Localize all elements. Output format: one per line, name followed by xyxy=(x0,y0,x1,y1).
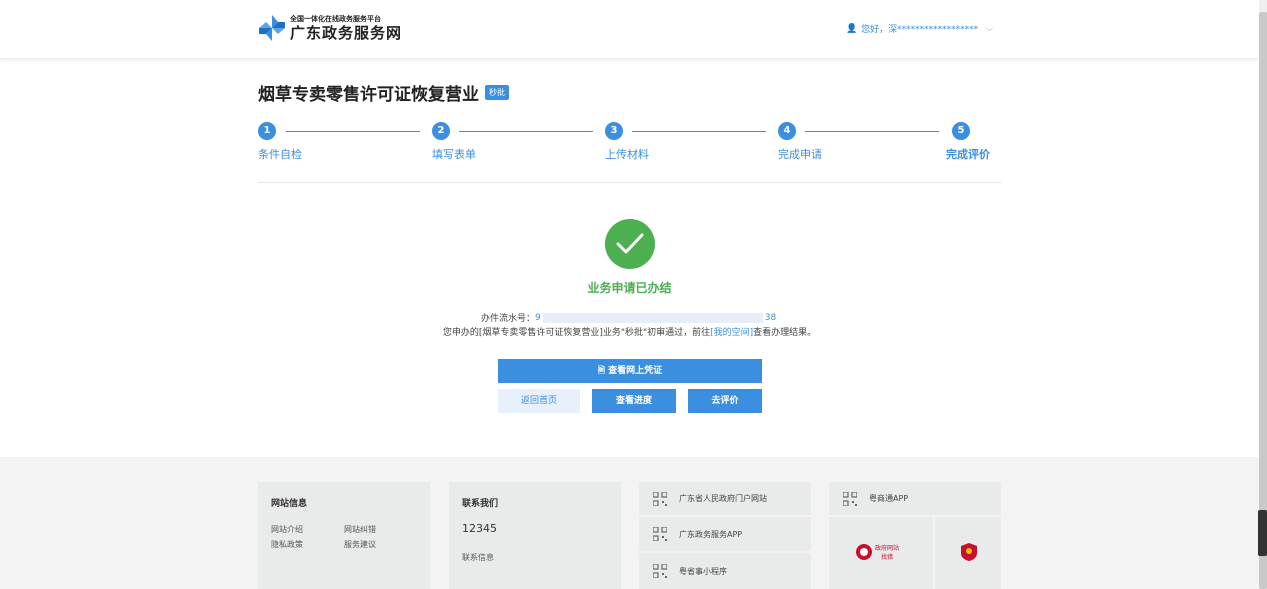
qr-item[interactable]: 广东政务服务APP xyxy=(639,517,811,551)
qr-item[interactable]: 粤商通APP xyxy=(829,482,1001,515)
qr-code-icon xyxy=(843,491,857,506)
serial-start: 9 xyxy=(535,312,541,323)
logo-icon xyxy=(259,15,285,41)
site-footer: 网站信息 网站介绍 网站纠错 隐私政策 服务建议 联系我们 12345 联系信息… xyxy=(0,457,1259,589)
site-intro-link[interactable]: 网站介绍 xyxy=(271,524,303,535)
site-correction-link[interactable]: 网站纠错 xyxy=(344,524,376,535)
contact-title: 联系我们 xyxy=(462,499,499,509)
scrollbar-thumb[interactable] xyxy=(1259,12,1267,589)
site-info-card: 网站信息 网站介绍 网站纠错 隐私政策 服务建议 xyxy=(258,482,430,589)
police-emblem-icon xyxy=(961,543,977,561)
chevron-down-icon: ⌵ xyxy=(986,23,993,34)
site-logo[interactable]: 全国一体化在线政务服务平台 广东政务服务网 xyxy=(258,14,402,42)
site-header: 全国一体化在线政务服务平台 广东政务服务网 👤 您好，深************… xyxy=(0,0,1259,59)
step-connector xyxy=(459,131,593,132)
view-progress-button[interactable]: 查看进度 xyxy=(592,389,676,413)
step-connector xyxy=(805,131,939,132)
user-icon: 👤 xyxy=(845,23,858,34)
privacy-link[interactable]: 隐私政策 xyxy=(271,539,303,550)
svg-text:找错: 找错 xyxy=(881,553,893,561)
step-1: 1 条件自检 xyxy=(258,122,302,161)
serial-end: 38 xyxy=(764,312,777,323)
suggestion-link[interactable]: 服务建议 xyxy=(344,539,376,550)
my-space-link[interactable]: [我的空间] xyxy=(710,328,753,338)
step-connector xyxy=(286,131,420,132)
contact-phone: 12345 xyxy=(462,522,497,535)
side-tool-handle[interactable] xyxy=(1258,510,1267,556)
qr-label: 广东省人民政府门户网站 xyxy=(679,494,767,503)
qr-label: 粤省事小程序 xyxy=(679,566,727,576)
page-title: 烟草专卖零售许可证恢复营业 xyxy=(258,85,479,105)
logo-subtitle: 全国一体化在线政务服务平台 xyxy=(290,14,381,23)
section-divider xyxy=(258,182,1001,183)
qr-code-icon xyxy=(653,491,667,506)
qr-code-icon xyxy=(653,564,667,578)
qr-label: 广东政务服务APP xyxy=(679,529,743,539)
progress-steps: 1 条件自检 2 填写表单 3 上传材料 4 完成申请 5 完成评价 xyxy=(258,122,1001,162)
contact-info-link[interactable]: 联系信息 xyxy=(462,552,494,563)
badge-area: 政府网站 找错 xyxy=(829,517,1001,589)
serial-redaction xyxy=(542,312,763,323)
success-message: 业务申请已办结 xyxy=(587,281,672,295)
step-3: 3 上传材料 xyxy=(605,122,649,161)
gov-site-badge[interactable]: 政府网站 找错 xyxy=(829,517,933,589)
step-number: 2 xyxy=(432,122,450,140)
step-number: 1 xyxy=(258,122,276,140)
success-badge xyxy=(605,219,655,269)
page-title-row: 烟草专卖零售许可证恢复营业 秒批 xyxy=(258,80,509,105)
serial-label: 办件流水号： xyxy=(481,314,536,324)
qr-label: 粤商通APP xyxy=(869,494,909,503)
step-number: 4 xyxy=(778,122,796,140)
status-badge: 秒批 xyxy=(485,85,509,100)
user-menu[interactable]: 👤 您好，深****************** ⌵ xyxy=(845,22,993,36)
back-home-button[interactable]: 返回首页 xyxy=(498,389,580,413)
view-certificate-button[interactable]: 🖹 查看网上凭证 xyxy=(498,359,762,383)
step-label: 完成申请 xyxy=(778,148,822,161)
step-2: 2 填写表单 xyxy=(432,122,476,161)
contact-card: 联系我们 12345 联系信息 xyxy=(449,482,621,589)
step-label: 完成评价 xyxy=(946,148,990,161)
step-number: 5 xyxy=(952,122,970,140)
serial-number-row: 办件流水号： 9 38 xyxy=(481,311,776,324)
step-5: 5 完成评价 xyxy=(946,122,990,161)
logo-title: 广东政务服务网 xyxy=(290,23,403,42)
step-4: 4 完成申请 xyxy=(778,122,822,161)
step-label: 上传材料 xyxy=(605,148,649,161)
result-message: 您申办的[烟草专卖零售许可证恢复营业]业务"秒批"初审通过，前往[我的空间]查看… xyxy=(0,325,1259,338)
step-number: 3 xyxy=(605,122,623,140)
gov-site-error-icon: 政府网站 找错 xyxy=(856,544,899,561)
qr-item[interactable]: 粤省事小程序 xyxy=(639,553,811,589)
site-info-title: 网站信息 xyxy=(271,499,308,509)
step-label: 填写表单 xyxy=(432,148,476,161)
qr-item[interactable]: 广东省人民政府门户网站 xyxy=(639,482,811,515)
rate-button[interactable]: 去评价 xyxy=(688,389,762,413)
message-suffix: 查看办理结果。 xyxy=(753,328,817,338)
step-label: 条件自检 xyxy=(258,148,302,161)
svg-text:政府网站: 政府网站 xyxy=(875,544,899,552)
step-connector xyxy=(632,131,766,132)
qr-code-icon xyxy=(653,527,667,541)
checkmark-icon xyxy=(616,233,644,254)
police-badge[interactable] xyxy=(935,517,1001,589)
user-greeting: 您好，深****************** xyxy=(861,25,979,35)
message-prefix: 您申办的[烟草专卖零售许可证恢复营业]业务"秒批"初审通过，前往 xyxy=(442,328,711,338)
